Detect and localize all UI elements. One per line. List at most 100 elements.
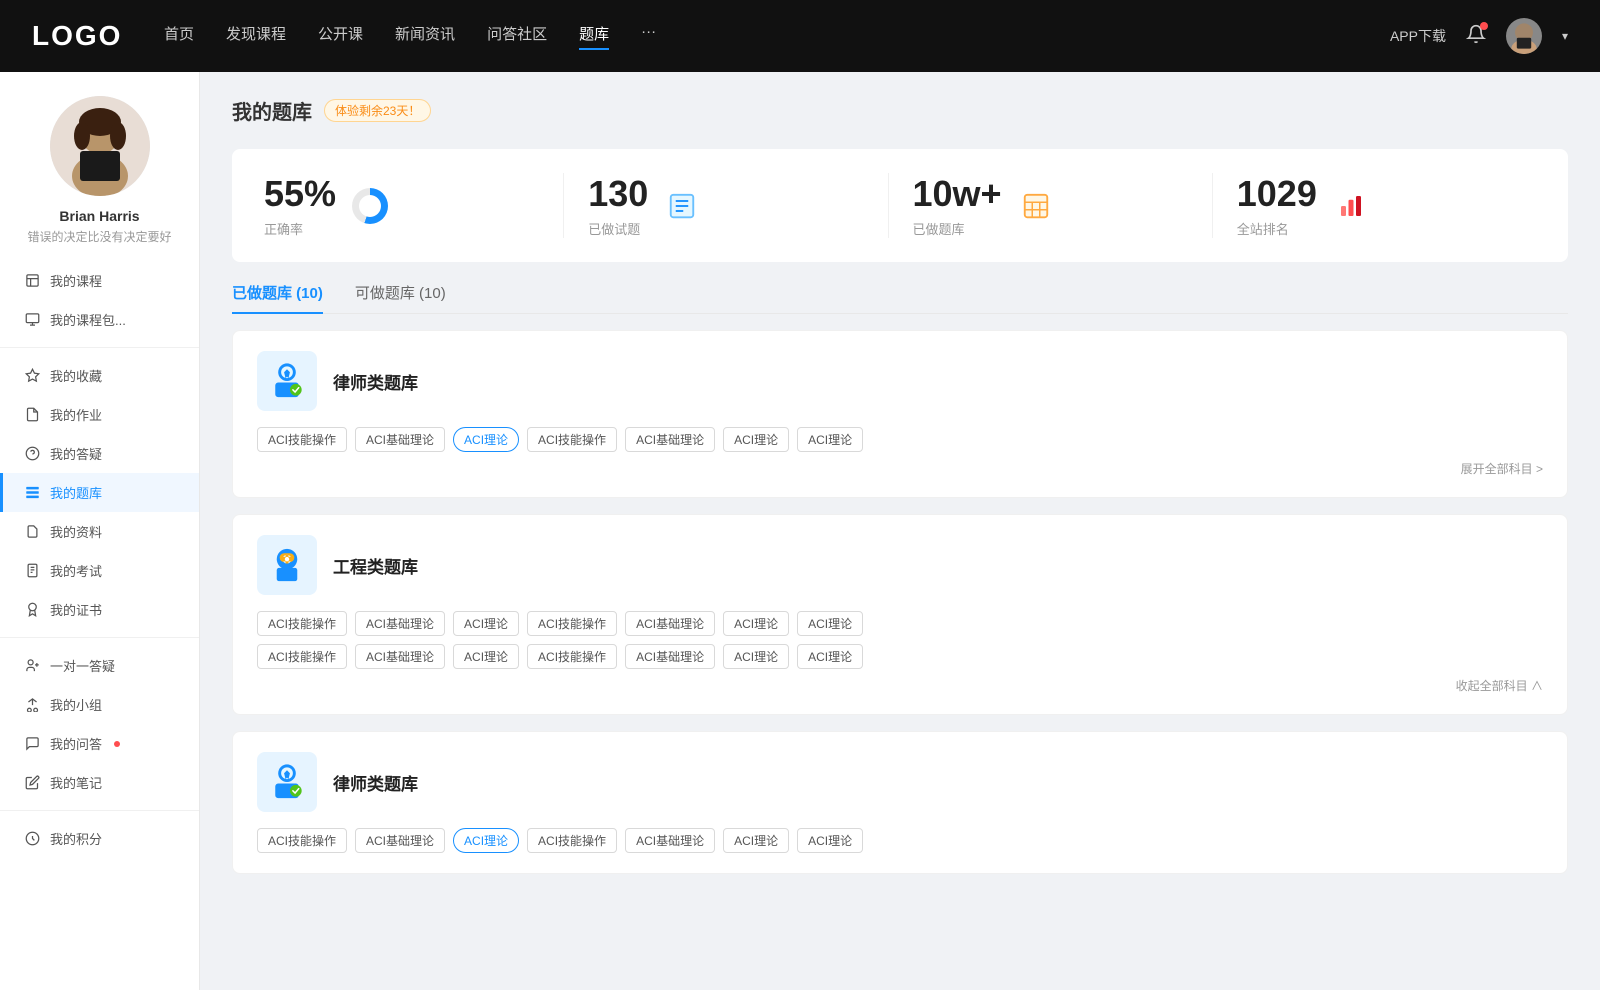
tag-1-0[interactable]: ACI技能操作 — [257, 611, 347, 636]
sidebar-menu: 我的课程 我的课程包... 我的收藏 — [0, 261, 199, 858]
tag-2-4[interactable]: ACI基础理论 — [625, 828, 715, 853]
tag-2-2[interactable]: ACI理论 — [453, 828, 519, 853]
sidebar-item-label-bank: 我的题库 — [50, 483, 102, 502]
points-icon — [24, 831, 40, 847]
note-icon — [24, 775, 40, 791]
sidebar-item-label-my-qa: 我的答疑 — [50, 444, 102, 463]
tab-available-banks[interactable]: 可做题库 (10) — [355, 282, 446, 313]
sidebar-item-tutor[interactable]: 一对一答疑 — [0, 646, 199, 685]
sidebar: Brian Harris 错误的决定比没有决定要好 我的课程 我的课程包... — [0, 72, 200, 990]
sidebar-item-questions[interactable]: 我的问答 — [0, 724, 199, 763]
tag-1-9[interactable]: ACI理论 — [453, 644, 519, 669]
nav-link-more[interactable]: ··· — [641, 23, 656, 50]
sidebar-item-label-group: 我的小组 — [50, 695, 102, 714]
sidebar-item-exam[interactable]: 我的考试 — [0, 551, 199, 590]
user-motto: 错误的决定比没有决定要好 — [11, 228, 187, 245]
sidebar-item-homework[interactable]: 我的作业 — [0, 395, 199, 434]
user-avatar — [50, 96, 150, 196]
sidebar-item-package[interactable]: 我的课程包... — [0, 300, 199, 339]
stat-accuracy: 55% 正确率 — [264, 173, 564, 238]
sidebar-item-points[interactable]: 我的积分 — [0, 819, 199, 858]
tag-1-13[interactable]: ACI理论 — [797, 644, 863, 669]
tag-0-2[interactable]: ACI理论 — [453, 427, 519, 452]
cert-icon — [24, 602, 40, 618]
tag-2-5[interactable]: ACI理论 — [723, 828, 789, 853]
chevron-down-icon[interactable]: ▾ — [1562, 29, 1568, 43]
tag-0-6[interactable]: ACI理论 — [797, 427, 863, 452]
bank-card-2: 律师类题库 ACI技能操作 ACI基础理论 ACI理论 ACI技能操作 ACI基… — [232, 731, 1568, 874]
stat-done-questions-number: 130 — [588, 173, 648, 215]
tag-0-3[interactable]: ACI技能操作 — [527, 427, 617, 452]
qa-icon — [24, 446, 40, 462]
sidebar-item-cert[interactable]: 我的证书 — [0, 590, 199, 629]
bank-card-1-header: 工程类题库 — [257, 535, 1543, 595]
nav-link-home[interactable]: 首页 — [164, 23, 194, 50]
nav-link-qa[interactable]: 问答社区 — [487, 23, 547, 50]
sidebar-divider-3 — [0, 810, 199, 811]
tag-2-1[interactable]: ACI基础理论 — [355, 828, 445, 853]
bank-card-0-expand[interactable]: 展开全部科目 > — [257, 460, 1543, 477]
stat-done-questions: 130 已做试题 — [564, 173, 888, 238]
sidebar-item-bank[interactable]: 我的题库 — [0, 473, 199, 512]
tag-2-0[interactable]: ACI技能操作 — [257, 828, 347, 853]
nav-link-open[interactable]: 公开课 — [318, 23, 363, 50]
nav-right: APP下载 ▾ — [1390, 18, 1568, 54]
stat-ranking-number: 1029 — [1237, 173, 1317, 215]
tag-0-1[interactable]: ACI基础理论 — [355, 427, 445, 452]
bank-card-0-tags: ACI技能操作 ACI基础理论 ACI理论 ACI技能操作 ACI基础理论 AC… — [257, 427, 1543, 452]
tag-2-3[interactable]: ACI技能操作 — [527, 828, 617, 853]
nav-link-bank[interactable]: 题库 — [579, 23, 609, 50]
bank-card-1: 工程类题库 ACI技能操作 ACI基础理论 ACI理论 ACI技能操作 ACI基… — [232, 514, 1568, 715]
nav-link-discover[interactable]: 发现课程 — [226, 23, 286, 50]
app-download-button[interactable]: APP下载 — [1390, 26, 1446, 46]
tag-0-5[interactable]: ACI理论 — [723, 427, 789, 452]
page-header: 我的题库 体验剩余23天！ — [232, 96, 1568, 125]
trial-badge: 体验剩余23天！ — [324, 99, 431, 122]
bank-card-1-tags-row2: ACI技能操作 ACI基础理论 ACI理论 ACI技能操作 ACI基础理论 AC… — [257, 644, 1543, 669]
tag-1-6[interactable]: ACI理论 — [797, 611, 863, 636]
pie-icon — [352, 188, 388, 224]
sidebar-item-my-qa[interactable]: 我的答疑 — [0, 434, 199, 473]
bank-card-2-header: 律师类题库 — [257, 752, 1543, 812]
nav-link-news[interactable]: 新闻资讯 — [395, 23, 455, 50]
tag-1-10[interactable]: ACI技能操作 — [527, 644, 617, 669]
bank-card-2-tags: ACI技能操作 ACI基础理论 ACI理论 ACI技能操作 ACI基础理论 AC… — [257, 828, 1543, 853]
sidebar-divider-1 — [0, 347, 199, 348]
sidebar-item-materials[interactable]: 我的资料 — [0, 512, 199, 551]
tag-1-4[interactable]: ACI基础理论 — [625, 611, 715, 636]
tag-1-8[interactable]: ACI基础理论 — [355, 644, 445, 669]
page-title: 我的题库 — [232, 96, 312, 125]
package-icon — [24, 312, 40, 328]
tag-1-7[interactable]: ACI技能操作 — [257, 644, 347, 669]
bank-list: 律师类题库 ACI技能操作 ACI基础理论 ACI理论 ACI技能操作 ACI基… — [232, 330, 1568, 874]
tag-1-5[interactable]: ACI理论 — [723, 611, 789, 636]
course-icon — [24, 273, 40, 289]
avatar[interactable] — [1506, 18, 1542, 54]
tag-1-2[interactable]: ACI理论 — [453, 611, 519, 636]
engineer-icon — [257, 535, 317, 595]
bank-card-0-header: 律师类题库 — [257, 351, 1543, 411]
page-body: Brian Harris 错误的决定比没有决定要好 我的课程 我的课程包... — [0, 72, 1600, 990]
navbar: LOGO 首页 发现课程 公开课 新闻资讯 问答社区 题库 ··· APP下载 … — [0, 0, 1600, 72]
stat-done-banks-label: 已做题库 — [913, 219, 1002, 238]
stat-ranking-label: 全站排名 — [1237, 219, 1317, 238]
sidebar-item-notes[interactable]: 我的笔记 — [0, 763, 199, 802]
bank-card-1-expand[interactable]: 收起全部科目 ∧ — [257, 677, 1543, 694]
notification-bell[interactable] — [1466, 24, 1486, 49]
tag-1-11[interactable]: ACI基础理论 — [625, 644, 715, 669]
tag-1-3[interactable]: ACI技能操作 — [527, 611, 617, 636]
sidebar-item-course[interactable]: 我的课程 — [0, 261, 199, 300]
sidebar-item-group[interactable]: 我的小组 — [0, 685, 199, 724]
exam-icon — [24, 563, 40, 579]
tabs-row: 已做题库 (10) 可做题库 (10) — [232, 282, 1568, 314]
sidebar-item-label-course: 我的课程 — [50, 271, 102, 290]
tag-0-4[interactable]: ACI基础理论 — [625, 427, 715, 452]
tag-2-6[interactable]: ACI理论 — [797, 828, 863, 853]
tag-0-0[interactable]: ACI技能操作 — [257, 427, 347, 452]
bank-card-2-name: 律师类题库 — [333, 770, 418, 795]
tutor-icon — [24, 658, 40, 674]
tab-done-banks[interactable]: 已做题库 (10) — [232, 282, 323, 313]
sidebar-item-favorites[interactable]: 我的收藏 — [0, 356, 199, 395]
tag-1-12[interactable]: ACI理论 — [723, 644, 789, 669]
tag-1-1[interactable]: ACI基础理论 — [355, 611, 445, 636]
